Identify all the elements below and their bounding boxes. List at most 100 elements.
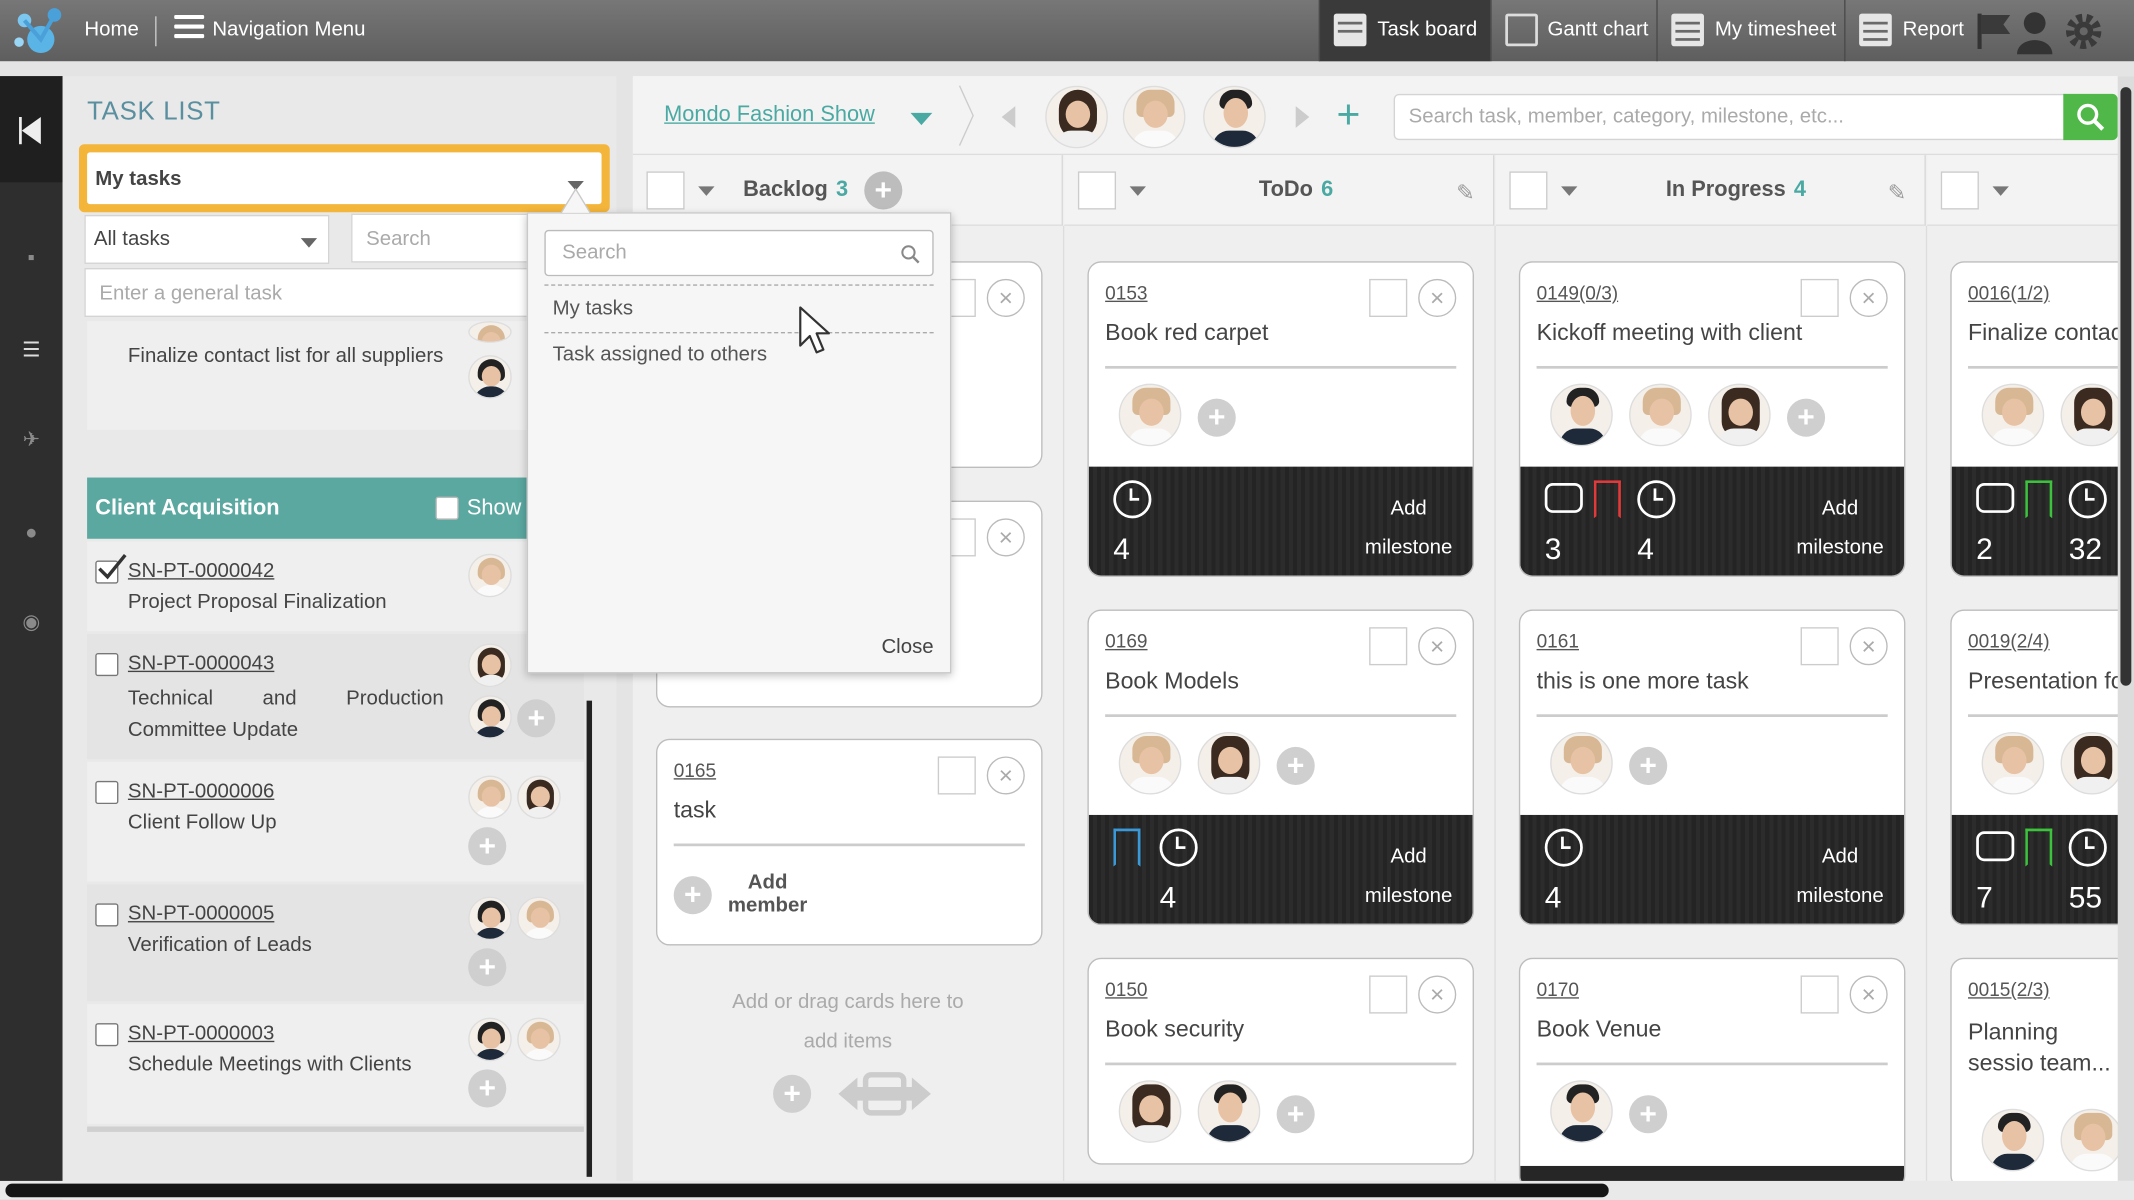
user-profile-icon[interactable]: [2014, 8, 2055, 55]
home-link[interactable]: Home: [84, 0, 138, 61]
task-checkbox[interactable]: [95, 903, 119, 927]
horizontal-scrollbar[interactable]: [0, 1180, 2134, 1200]
tab-my-timesheet[interactable]: My timesheet: [1656, 0, 1844, 62]
chevron-down-icon[interactable]: [1129, 186, 1146, 196]
card-id-link[interactable]: 0149(0/3): [1537, 282, 1619, 304]
task-item[interactable]: SN-PT-0000003 Schedule Meetings with Cli…: [87, 1004, 584, 1124]
option-task-assigned-to-others[interactable]: Task assigned to others: [553, 343, 767, 366]
flag-icon[interactable]: [1975, 11, 2013, 52]
eye-icon[interactable]: ◉: [18, 612, 45, 634]
task-card[interactable]: 0169 Book Models × + 4 Add milestone: [1087, 609, 1474, 926]
general-task-input[interactable]: Enter a general task: [84, 268, 529, 317]
comment-icon[interactable]: [1976, 831, 2015, 862]
member-avatar[interactable]: [1203, 85, 1266, 149]
member-avatar[interactable]: [1045, 85, 1108, 149]
card-close-icon[interactable]: ×: [1849, 278, 1888, 317]
column-select-checkbox[interactable]: [1509, 171, 1548, 210]
task-card[interactable]: 0153 Book red carpet × + 4 Add milestone: [1087, 261, 1474, 577]
add-milestone-button[interactable]: Add milestone: [1358, 837, 1459, 916]
column-select-checkbox[interactable]: [646, 171, 685, 210]
option-my-tasks[interactable]: My tasks: [553, 297, 634, 320]
chevron-down-icon[interactable]: [1561, 186, 1578, 196]
add-member-button[interactable]: +: [468, 948, 507, 987]
activity-runner-icon[interactable]: ✈: [18, 429, 45, 452]
task-id-link[interactable]: SN-PT-0000042: [128, 559, 274, 582]
card-select-checkbox[interactable]: [1800, 975, 1839, 1014]
task-card[interactable]: 0019(2/4) Presentation fo 7 55: [1950, 609, 2134, 926]
card-id-link[interactable]: 0150: [1105, 978, 1147, 1000]
card-select-checkbox[interactable]: [1369, 975, 1408, 1014]
board-search-input[interactable]: Search task, member, category, milestone…: [1393, 93, 2066, 141]
people-icon[interactable]: ●: [18, 522, 45, 544]
clock-icon[interactable]: [1159, 828, 1198, 867]
task-card[interactable]: 0149(0/3) Kickoff meeting with client × …: [1518, 261, 1906, 577]
member-avatar[interactable]: [1122, 85, 1186, 149]
navigation-menu-button[interactable]: Navigation Menu: [174, 0, 366, 61]
add-member-plus-icon[interactable]: +: [1629, 1095, 1668, 1134]
card-select-checkbox[interactable]: [1800, 278, 1839, 317]
app-logo-icon[interactable]: [11, 4, 65, 58]
add-milestone-button[interactable]: Add milestone: [1358, 488, 1459, 567]
card-id-link[interactable]: 0153: [1105, 282, 1147, 304]
task-item[interactable]: SN-PT-0000005 Verification of Leads +: [87, 884, 584, 1002]
comment-icon[interactable]: [1544, 482, 1583, 513]
task-item[interactable]: SN-PT-0000006 Client Follow Up +: [87, 761, 584, 882]
card-id-link[interactable]: 0165: [674, 759, 716, 781]
add-member-plus-icon[interactable]: +: [673, 876, 712, 915]
add-member-button[interactable]: +: [517, 699, 556, 738]
card-close-icon[interactable]: ×: [986, 756, 1025, 795]
task-id-link[interactable]: SN-PT-0000043: [128, 652, 274, 675]
task-checkbox[interactable]: [95, 1023, 119, 1047]
clock-icon[interactable]: [2068, 828, 2107, 867]
task-filter-dropdown[interactable]: My tasks: [78, 144, 610, 213]
backlog-card[interactable]: 0165 task × + Add member: [656, 738, 1043, 946]
clock-icon[interactable]: [1113, 480, 1152, 519]
popup-search-input[interactable]: Search: [544, 229, 934, 277]
column-select-checkbox[interactable]: [1077, 171, 1117, 210]
add-card-plus-icon[interactable]: +: [773, 1074, 812, 1113]
bookmark-green-icon[interactable]: [2025, 480, 2053, 519]
popup-close-button[interactable]: Close: [881, 635, 933, 658]
chevron-down-icon[interactable]: [1992, 186, 2009, 196]
clock-icon[interactable]: [1637, 480, 1676, 519]
task-id-link[interactable]: SN-PT-0000006: [128, 780, 274, 803]
chat-icon[interactable]: ▪: [18, 247, 45, 270]
card-id-link[interactable]: 0170: [1537, 978, 1579, 1000]
task-list-icon[interactable]: ☰: [18, 339, 45, 362]
clock-icon[interactable]: [1544, 828, 1583, 867]
card-close-icon[interactable]: ×: [1849, 975, 1888, 1014]
task-card[interactable]: 0170 Book Venue × +: [1518, 957, 1906, 1190]
card-close-icon[interactable]: ×: [1418, 278, 1457, 317]
show-checkbox[interactable]: [435, 496, 459, 520]
previous-members-arrow-icon[interactable]: [1001, 106, 1016, 128]
project-selector[interactable]: Mondo Fashion Show: [664, 103, 875, 127]
column-select-checkbox[interactable]: [1940, 171, 1979, 210]
tab-report[interactable]: Report: [1844, 0, 1972, 62]
add-member-button[interactable]: Add member: [723, 871, 813, 917]
task-item-partial[interactable]: Finalize contact list for all suppliers: [87, 321, 584, 430]
edit-pencil-icon[interactable]: ✎: [1888, 180, 1910, 205]
card-id-link[interactable]: 0169: [1105, 630, 1147, 652]
tab-gantt-chart[interactable]: Gantt chart: [1490, 0, 1656, 62]
task-card[interactable]: 0161 this is one more task × + 4 Add mil…: [1518, 609, 1906, 926]
card-close-icon[interactable]: ×: [986, 278, 1025, 317]
add-milestone-button[interactable]: Add milestone: [1790, 837, 1891, 916]
task-id-link[interactable]: SN-PT-0000003: [128, 1022, 274, 1045]
add-member-button[interactable]: +: [468, 827, 507, 866]
task-list-scrollbar[interactable]: [586, 700, 593, 1177]
task-card[interactable]: 0150 Book security × +: [1087, 957, 1474, 1165]
task-checkbox[interactable]: [95, 653, 119, 677]
card-select-checkbox[interactable]: [1800, 627, 1839, 666]
comment-icon[interactable]: [1976, 482, 2015, 513]
settings-gear-icon[interactable]: [2063, 11, 2104, 52]
card-close-icon[interactable]: ×: [1849, 627, 1888, 666]
card-id-link[interactable]: 0019(2/4): [1968, 630, 2050, 652]
card-id-link[interactable]: 0161: [1537, 630, 1579, 652]
add-member-plus-icon[interactable]: +: [1276, 746, 1315, 786]
group-header-client-acquisition[interactable]: Client Acquisition Show: [87, 477, 529, 539]
card-id-link[interactable]: 0015(2/3): [1968, 978, 2050, 1000]
add-member-plus-icon[interactable]: +: [1786, 398, 1826, 437]
collapse-panel-button[interactable]: [0, 76, 63, 183]
tab-task-board[interactable]: Task board: [1318, 0, 1491, 62]
card-select-checkbox[interactable]: [1369, 627, 1408, 666]
